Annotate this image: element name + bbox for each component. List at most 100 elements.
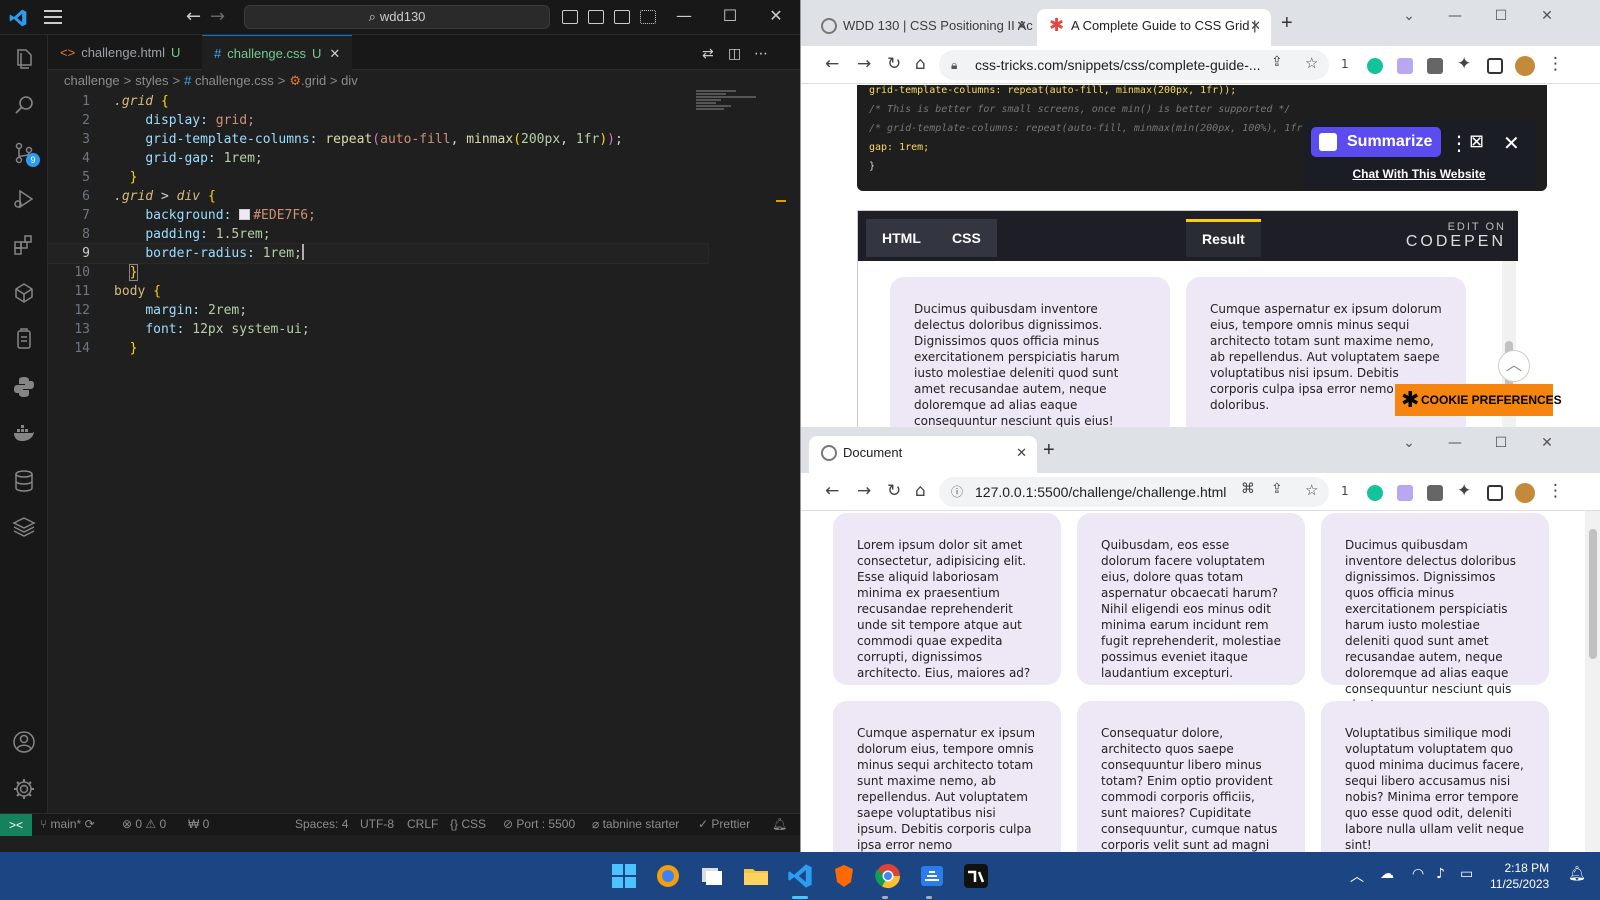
- extension-icon[interactable]: [1397, 58, 1413, 74]
- more-options-icon[interactable]: ⋮: [1449, 131, 1469, 156]
- forward-arrow-icon[interactable]: →: [857, 54, 871, 74]
- language-status[interactable]: {} CSS: [450, 817, 486, 831]
- extensions-puzzle-icon[interactable]: ✦: [1457, 481, 1471, 501]
- menu-icon[interactable]: [44, 10, 62, 24]
- windows-start-icon[interactable]: [610, 862, 638, 890]
- toggle-panel-icon[interactable]: [588, 10, 604, 24]
- codepen-tab-result[interactable]: Result: [1186, 219, 1261, 257]
- vscode-taskbar-icon[interactable]: [786, 862, 814, 890]
- run-debug-icon[interactable]: [12, 187, 36, 211]
- close-window-icon[interactable]: ✕: [766, 6, 786, 25]
- close-icon[interactable]: ✕: [1503, 131, 1520, 156]
- close-tab-icon[interactable]: ✕: [329, 46, 340, 61]
- extension-count[interactable]: 1: [1341, 57, 1349, 71]
- extensions-puzzle-icon[interactable]: ✦: [1457, 54, 1471, 74]
- scroll-to-top-button[interactable]: ︿: [1498, 350, 1530, 382]
- tradingview-icon[interactable]: [962, 862, 990, 890]
- remote-explorer-icon[interactable]: [12, 281, 36, 305]
- edit-on-codepen-link[interactable]: EDIT ON CODEPEN: [1406, 221, 1506, 251]
- codepen-tab-css[interactable]: CSS: [936, 219, 997, 257]
- scrollbar-thumb[interactable]: [1589, 529, 1597, 659]
- forward-arrow-icon[interactable]: →: [210, 6, 225, 27]
- back-arrow-icon[interactable]: ←: [825, 54, 839, 74]
- kebab-menu-icon[interactable]: ⋮: [1547, 54, 1564, 74]
- indentation-status[interactable]: Spaces: 4: [295, 817, 348, 831]
- home-icon[interactable]: ⌂: [915, 481, 926, 501]
- live-server-status[interactable]: ⊘ Port : 5500: [503, 817, 575, 831]
- toggle-secondary-sidebar-icon[interactable]: [614, 10, 630, 24]
- command-center-search[interactable]: ⌕ wdd130: [244, 5, 550, 29]
- problems-status[interactable]: ⊗ 0 ⚠ 0: [122, 817, 166, 831]
- summarize-button[interactable]: Summarize: [1311, 127, 1441, 157]
- cloud-app-icon[interactable]: [918, 862, 946, 890]
- copilot-icon[interactable]: [654, 862, 682, 890]
- codepen-tab-html[interactable]: HTML: [866, 219, 937, 257]
- more-actions-icon[interactable]: ⋯: [754, 45, 768, 62]
- close-tab-icon[interactable]: ✕: [1016, 9, 1027, 42]
- forward-arrow-icon[interactable]: →: [857, 481, 871, 501]
- color-swatch[interactable]: [239, 209, 251, 220]
- kebab-menu-icon[interactable]: ⋮: [1547, 481, 1564, 501]
- encoding-status[interactable]: UTF-8: [360, 817, 394, 831]
- task-view-icon[interactable]: [698, 862, 726, 890]
- maximize-icon[interactable]: ☐: [720, 6, 740, 25]
- battery-icon[interactable]: ▭: [1460, 866, 1473, 882]
- testing-icon[interactable]: [12, 327, 36, 351]
- account-icon[interactable]: [12, 730, 36, 754]
- explorer-icon[interactable]: [12, 47, 36, 71]
- reload-icon[interactable]: ↻: [887, 481, 901, 501]
- python-icon[interactable]: [12, 375, 36, 399]
- translate-icon[interactable]: ⌘: [1241, 481, 1255, 497]
- minimize-icon[interactable]: —: [1445, 8, 1465, 24]
- code-editor[interactable]: 1 .grid { 2 display: grid; 3 grid-templat…: [47, 92, 800, 830]
- notification-bell-icon[interactable]: 🔔︎: [1568, 866, 1586, 882]
- prettier-status[interactable]: ✓ Prettier: [698, 817, 750, 831]
- share-icon[interactable]: ⇪: [1271, 54, 1283, 70]
- chat-with-website-link[interactable]: Chat With This Website: [1303, 167, 1535, 181]
- tab-challenge-css[interactable]: # challenge.css U ✕: [202, 35, 353, 70]
- wifi-icon[interactable]: ◠: [1412, 866, 1424, 882]
- profile-avatar[interactable]: [1515, 483, 1535, 503]
- close-tab-icon[interactable]: ✕: [1250, 9, 1261, 42]
- cookie-preferences-button[interactable]: ✱ COOKIE PREFERENCES: [1395, 384, 1562, 416]
- close-window-icon[interactable]: ✕: [1537, 8, 1557, 24]
- new-tab-icon[interactable]: +: [1281, 12, 1293, 35]
- breadcrumb-item[interactable]: .grid > div: [301, 73, 358, 88]
- hide-icon[interactable]: ⊠: [1469, 131, 1484, 152]
- back-arrow-icon[interactable]: ←: [186, 6, 201, 27]
- database-icon[interactable]: [12, 469, 36, 493]
- bookmark-star-icon[interactable]: ☆: [1305, 481, 1318, 499]
- close-tab-icon[interactable]: ✕: [1016, 436, 1027, 469]
- tab-search-icon[interactable]: ⌄: [1399, 435, 1419, 451]
- grammarly-icon[interactable]: [1367, 58, 1383, 74]
- browser-tab-document[interactable]: Document ✕: [809, 436, 1037, 473]
- page-scrollbar[interactable]: [1585, 511, 1600, 852]
- toggle-sidebar-icon[interactable]: [562, 10, 578, 24]
- side-panel-icon[interactable]: [1487, 58, 1503, 74]
- breadcrumb-item[interactable]: challenge.css: [195, 73, 274, 88]
- ports-status[interactable]: ₩ 0: [188, 817, 209, 831]
- clipboard-extension-icon[interactable]: [1427, 58, 1443, 74]
- branch-status[interactable]: ⑂ main* ⟳: [40, 817, 95, 831]
- browser-tab-css-grid[interactable]: ✱ A Complete Guide to CSS Grid | ✕: [1037, 9, 1271, 46]
- brave-icon[interactable]: [830, 862, 858, 890]
- tab-search-icon[interactable]: ⌄: [1399, 8, 1419, 24]
- back-arrow-icon[interactable]: ←: [825, 481, 839, 501]
- remote-icon[interactable]: ><: [0, 814, 32, 836]
- notifications-icon[interactable]: 🔔︎: [772, 817, 787, 831]
- browser-tab-wdd130[interactable]: WDD 130 | CSS Positioning II Ac ✕: [809, 9, 1037, 46]
- extensions-icon[interactable]: [12, 233, 36, 257]
- customize-layout-icon[interactable]: [640, 10, 656, 24]
- tabnine-status[interactable]: ⌀ tabnine starter: [592, 817, 679, 831]
- minimize-icon[interactable]: —: [1445, 435, 1465, 451]
- show-hidden-icons-icon[interactable]: ︿: [1350, 866, 1364, 886]
- tab-challenge-html[interactable]: <> challenge.html U: [48, 35, 192, 70]
- clipboard-extension-icon[interactable]: [1427, 485, 1443, 501]
- reload-icon[interactable]: ↻: [887, 54, 901, 74]
- eol-status[interactable]: CRLF: [407, 817, 438, 831]
- maximize-icon[interactable]: ☐: [1491, 8, 1511, 24]
- breadcrumb-item[interactable]: challenge: [64, 73, 120, 88]
- layers-icon[interactable]: [12, 515, 36, 539]
- volume-icon[interactable]: ♪: [1436, 866, 1445, 882]
- extension-count[interactable]: 1: [1341, 484, 1349, 498]
